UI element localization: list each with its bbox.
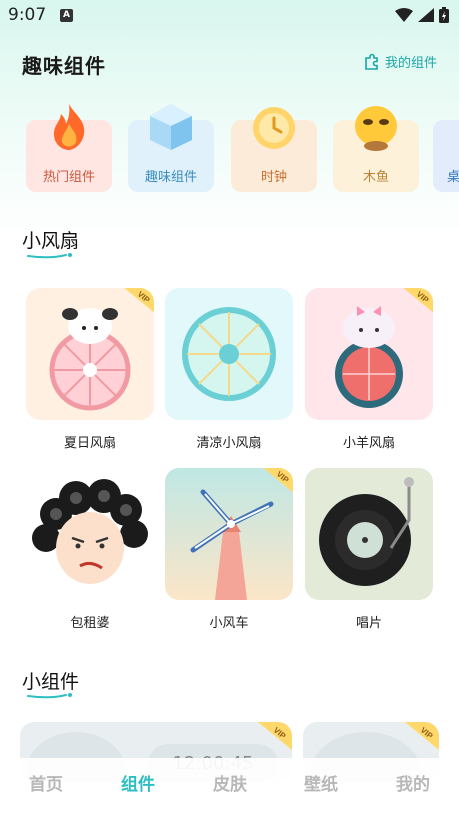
- fan-tile: [26, 468, 154, 600]
- section-title-fans: 小风扇: [22, 230, 80, 252]
- clock-icon: [253, 107, 295, 149]
- fan-item-sheep[interactable]: VIP 小羊风扇: [305, 288, 433, 451]
- category-label: 木鱼: [362, 170, 389, 185]
- section-title-widgets: 小组件: [22, 671, 80, 693]
- wifi-icon: [395, 8, 413, 22]
- fan-item-windmill[interactable]: VIP 小风车: [165, 468, 293, 631]
- page-title: 趣味组件: [22, 54, 106, 78]
- fan-tile: VIP: [305, 288, 433, 420]
- tab-skins[interactable]: 皮肤: [190, 770, 270, 795]
- fan-label: 小羊风扇: [342, 436, 395, 451]
- page-header: 趣味组件 我的组件: [0, 44, 459, 84]
- fan-tile: VIP: [165, 468, 293, 600]
- fan-item-record[interactable]: 唱片: [305, 468, 433, 631]
- category-label: 趣味组件: [144, 170, 197, 185]
- bottom-tab-bar: 首页 组件 皮肤 壁纸 我的: [0, 758, 459, 816]
- fan-item-summer[interactable]: VIP 夏日风扇: [26, 288, 154, 451]
- my-widgets-button[interactable]: 我的组件: [363, 52, 437, 71]
- tab-mine[interactable]: 我的: [373, 770, 453, 795]
- status-icons: [395, 7, 449, 23]
- status-bar: 9:07 A: [0, 0, 459, 32]
- category-label: 热门组件: [42, 170, 95, 185]
- my-widgets-label: 我的组件: [384, 56, 437, 71]
- cool-fan-icon: [182, 307, 276, 401]
- fan-label: 包租婆: [70, 616, 110, 631]
- category-desk[interactable]: 桌: [433, 120, 459, 192]
- fan-item-cool[interactable]: 清凉小风扇: [165, 288, 293, 451]
- category-clock[interactable]: 时钟: [231, 107, 317, 192]
- crystal-cube-icon: [150, 104, 192, 150]
- vip-badge: VIP: [263, 468, 293, 493]
- fan-tile: [165, 288, 293, 420]
- battery-icon: [439, 7, 449, 23]
- tab-widgets[interactable]: 组件: [98, 770, 178, 795]
- section-underline: [27, 693, 72, 699]
- signal-icon: [418, 8, 434, 22]
- puzzle-icon: [365, 53, 378, 70]
- fan-item-landlady[interactable]: 包租婆: [26, 468, 154, 631]
- category-wooden-fish[interactable]: 木鱼: [333, 106, 419, 192]
- tab-home[interactable]: 首页: [6, 770, 86, 795]
- category-fun[interactable]: 趣味组件: [128, 104, 214, 192]
- category-label: 时钟: [260, 170, 287, 185]
- flame-icon: [53, 104, 85, 150]
- fan-label: 小风车: [209, 616, 249, 631]
- vip-badge: VIP: [258, 722, 292, 750]
- category-row: 热门组件 趣味组件 时钟 木鱼 桌: [0, 104, 459, 196]
- vip-badge: VIP: [124, 288, 154, 313]
- fan-tile: [305, 468, 433, 600]
- notification-icon: A: [60, 9, 73, 22]
- vip-badge: VIP: [403, 288, 433, 313]
- landlady-icon: [32, 479, 148, 584]
- fan-tile: VIP: [26, 288, 154, 420]
- section-underline: [27, 253, 72, 259]
- tab-wallpaper[interactable]: 壁纸: [281, 770, 361, 795]
- status-time: 9:07: [8, 5, 47, 25]
- vip-badge: VIP: [405, 722, 439, 750]
- wooden-fish-icon: [355, 106, 397, 151]
- fan-label: 夏日风扇: [63, 436, 116, 451]
- fan-label: 唱片: [355, 616, 382, 631]
- category-label: 桌: [447, 170, 459, 185]
- record-icon: [319, 477, 414, 586]
- fan-label: 清凉小风扇: [196, 436, 262, 451]
- category-hot[interactable]: 热门组件: [26, 104, 112, 192]
